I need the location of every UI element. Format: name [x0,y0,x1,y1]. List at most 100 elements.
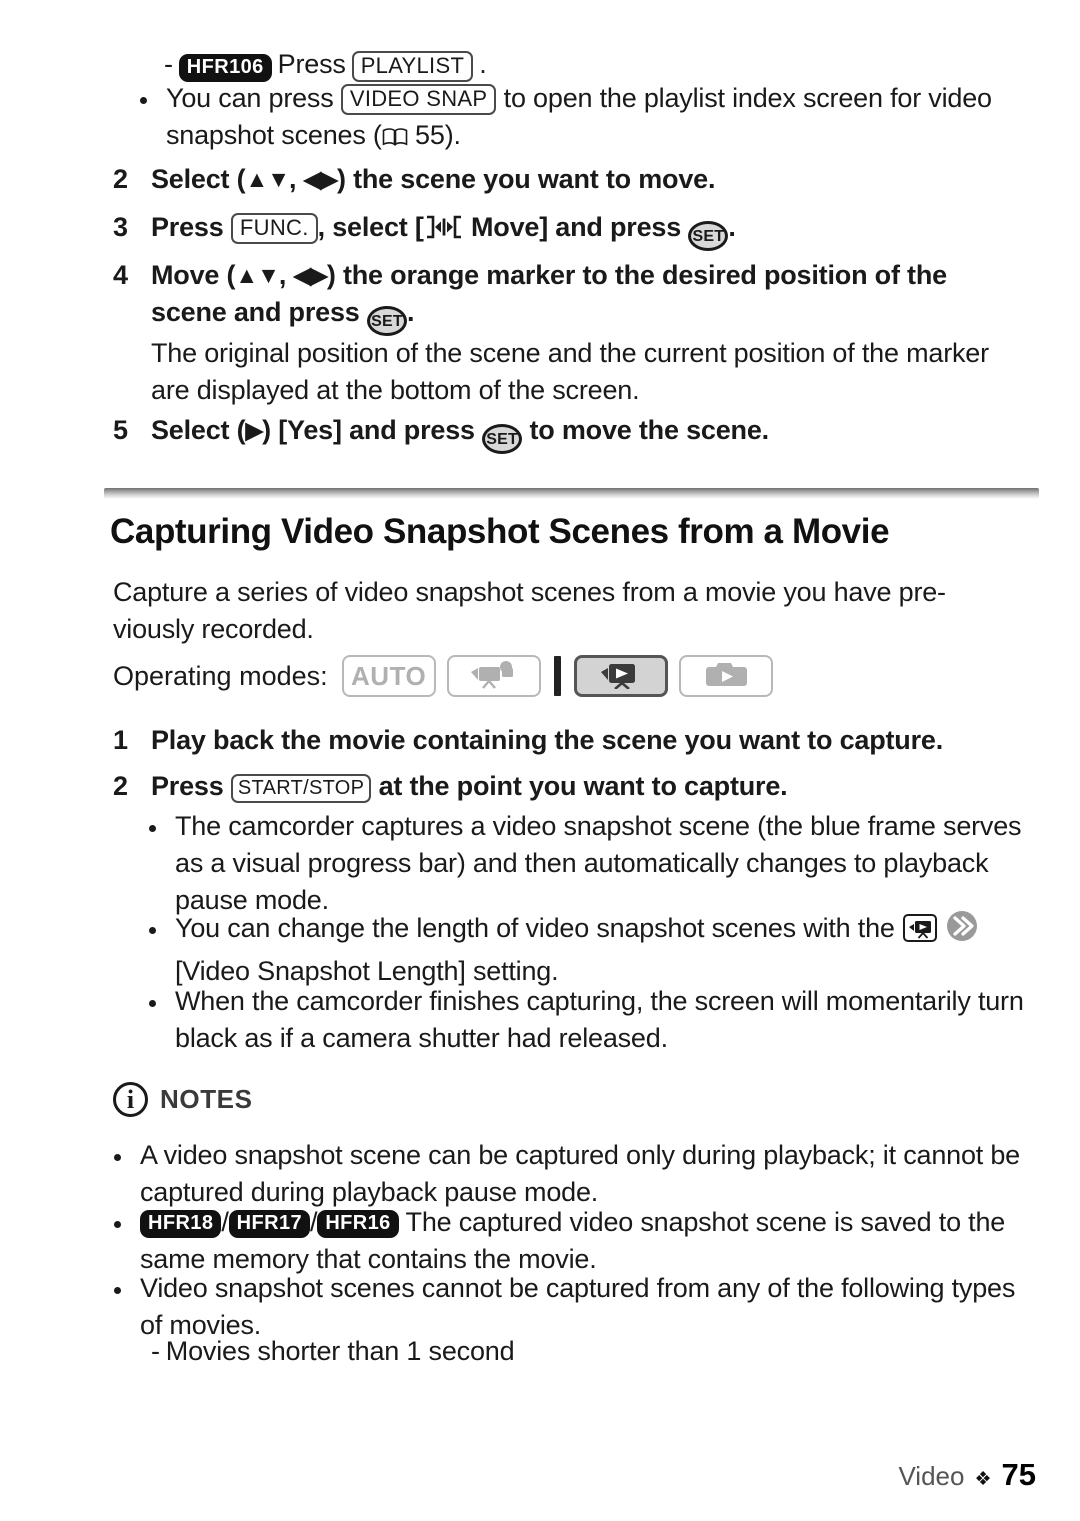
step-5: 5 Select (▶) [Yes] and press SET to move… [113,412,1013,454]
info-icon: i [113,1082,148,1117]
section-divider [104,488,1039,499]
bullet-dot-icon [114,1286,121,1294]
capture-bullet-2: You can change the length of video snaps… [149,910,1029,990]
movie-camera-icon [468,659,520,694]
capture-bullet-1-text: The camcorder captures a video snapshot … [175,811,1022,915]
model-badge-hfr17: HFR17 [228,1210,311,1238]
capture-step-2-post: at the point you want to capture. [378,771,788,801]
bullet-video-snap: You can press VIDEO SNAP to open the pla… [140,80,1000,157]
capture-bullet-1: The camcorder captures a video snapshot … [149,808,1029,919]
step-5-mid: ) [Yes] and press [262,415,475,445]
bullet-dot-icon [149,824,156,832]
leftright-arrows-icon: ◀▶ [293,262,327,288]
video-snap-button[interactable]: VIDEO SNAP [340,84,497,115]
footer-separator-icon: ❖ [974,1469,992,1490]
step-5-pre: Select ( [151,415,246,445]
capture-step-1: 1 Play back the movie containing the sce… [113,722,1033,759]
step-5-post: to move the scene. [529,415,769,445]
movie-playback-icon [595,659,647,694]
bullet-dot-icon [140,96,147,104]
step-4-comma: , [278,260,287,290]
step-4-pre: Move ( [151,260,236,290]
step-2-number: 2 [113,164,128,194]
step-3-pre: Press [151,212,224,242]
mode-separator [553,656,561,696]
note-sub-item-1-text: Movies shorter than 1 second [165,1336,515,1366]
mode-photo-playback[interactable] [678,655,773,697]
note-bullet-1: A video snapshot scene can be captured o… [114,1137,1029,1211]
sub-item-playlist: - HFR106 Press PLAYLIST . [164,46,487,83]
operating-modes-label: Operating modes: [113,660,328,691]
page-footer: Video ❖ 75 [898,1457,1036,1493]
set-button[interactable]: SET [688,221,729,251]
step-4-note: The original position of the scene and t… [151,338,989,405]
step-5-number: 5 [113,415,128,445]
operating-modes-row: Operating modes: AUTO [113,655,784,697]
model-badge-hfr16: HFR16 [317,1210,399,1238]
movie-playback-icon [902,913,938,953]
step-4-end: . [406,297,415,327]
bullet-text-end: ). [444,120,461,150]
updown-arrows-icon: ▲▼ [235,262,280,288]
step-3-number: 3 [113,212,128,242]
step-4: 4 Move (▲▼, ◀▶) the orange marker to the… [113,257,1028,336]
badge-separator: / [310,1207,318,1237]
note-bullet-2: HFR18/HFR17/HFR16 The captured video sna… [114,1204,1029,1278]
step-2: 2 Select (▲▼, ◀▶) the scene you want to … [113,161,1013,198]
capture-bullet-2-after: [Video Snapshot Length] setting. [175,956,559,986]
page-title: Capturing Video Snapshot Scenes from a M… [110,512,890,551]
mode-movie-playback[interactable] [573,655,668,697]
manual-page: - HFR106 Press PLAYLIST . You can press … [0,0,1080,1521]
right-arrow-icon: ▶ [245,417,263,443]
set-button[interactable]: SET [482,424,523,454]
step-3: 3 Press FUNC., select [ Move] and press … [113,209,1013,251]
model-badge-hfr106: HFR106 [178,54,272,82]
bullet-dot-icon [149,999,156,1007]
capture-step-2: 2 Press START/STOP at the point you want… [113,768,1033,805]
capture-step-1-text: Play back the movie containing the scene… [151,725,943,755]
bullet-dot-icon [149,926,156,934]
period: . [479,49,487,79]
badge-separator: / [221,1207,229,1237]
step-2-pre: Select ( [151,164,246,194]
bullet-dot-icon [114,1220,121,1228]
step-3-post: . [728,212,736,242]
footer-section-label: Video [898,1461,965,1491]
move-icon [424,212,464,249]
notes-header: i NOTES [113,1082,253,1117]
start-stop-button[interactable]: START/STOP [230,774,372,803]
step-3-mid: , select [ [317,212,424,242]
page-reference-number: 55 [415,120,445,150]
leftright-arrows-icon: ◀▶ [303,166,338,192]
bullet-text-before: You can press [166,83,334,113]
double-chevron-icon [945,910,979,952]
footer-page-number: 75 [1001,1457,1036,1492]
step-4-number: 4 [113,260,128,290]
updown-arrows-icon: ▲▼ [245,166,290,192]
book-icon [382,120,408,157]
step-3-label: Move] and press [470,212,682,242]
bullet-dot-icon [114,1153,121,1161]
capture-step-2-number: 2 [113,771,128,801]
note-bullet-1-text: A video snapshot scene can be captured o… [140,1140,1020,1207]
mode-auto[interactable]: AUTO [341,655,436,697]
playlist-button[interactable]: PLAYLIST [351,51,474,82]
dash-marker: - [164,49,173,79]
mode-movie-record[interactable] [446,655,541,697]
note-sub-item-1: - Movies shorter than 1 second [151,1333,515,1370]
section-intro: Capture a series of video snapshot scene… [113,577,946,644]
press-verb: Press [277,49,346,79]
capture-bullet-3-text: When the camcorder finishes capturing, t… [175,986,1024,1053]
step-2-post: ) the scene you want to move. [337,164,716,194]
set-button[interactable]: SET [366,306,407,336]
dash-marker: - [151,1336,160,1366]
photo-playback-icon [703,659,749,694]
capture-bullet-3: When the camcorder finishes capturing, t… [149,983,1034,1057]
capture-step-1-number: 1 [113,725,128,755]
capture-step-2-pre: Press [151,771,224,801]
capture-bullet-2-before: You can change the length of video snaps… [175,913,895,943]
func-button[interactable]: FUNC. [230,213,318,244]
notes-label: NOTES [160,1084,253,1114]
auto-label: AUTO [351,660,427,691]
model-badge-hfr18: HFR18 [140,1210,222,1238]
